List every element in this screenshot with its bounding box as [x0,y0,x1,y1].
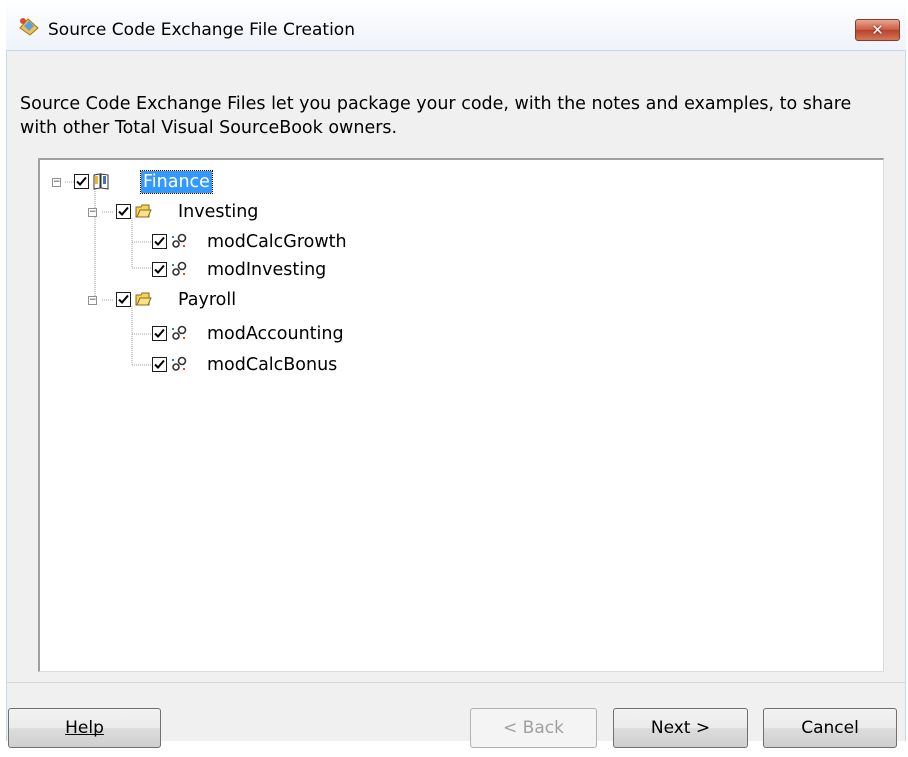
tree-node-label[interactable]: Payroll [176,289,238,311]
close-icon: ✕ [871,21,884,39]
footer-separator [6,682,906,683]
module-icon [172,325,187,340]
tree-view[interactable]: − Finance − Investing modCalcGrowth modI… [38,158,884,672]
next-button[interactable]: Next > [613,708,748,748]
close-button[interactable]: ✕ [855,19,900,41]
module-icon [172,261,187,276]
modinvesting-checkbox[interactable] [152,262,167,277]
folder-icon [135,292,152,306]
tree-node-label[interactable]: modAccounting [205,323,346,345]
tree-node-label[interactable]: Finance [140,170,213,194]
tree-node-investing[interactable]: − Investing [40,200,340,224]
modcalcgrowth-checkbox[interactable] [152,234,167,249]
back-button[interactable]: < Back [470,708,597,748]
cancel-button[interactable]: Cancel [763,708,897,748]
payroll-checkbox[interactable] [116,292,131,307]
tree-node-finance[interactable]: − Finance [40,170,340,194]
tree-node-modcalcgrowth[interactable]: modCalcGrowth [40,230,440,254]
app-icon [19,18,39,36]
tree-node-modinvesting[interactable]: modInvesting [40,258,440,282]
tree-node-label[interactable]: modCalcGrowth [205,231,349,253]
modcalcbonus-checkbox[interactable] [152,357,167,372]
modaccounting-checkbox[interactable] [152,326,167,341]
next-button-label: Next > [650,718,711,738]
folder-icon [135,204,152,218]
cancel-button-label: Cancel [801,718,859,738]
collapse-icon[interactable]: − [52,178,61,187]
collapse-icon[interactable]: − [88,208,97,217]
help-button[interactable]: Help [8,708,161,748]
window-title: Source Code Exchange File Creation [48,20,355,40]
collapse-icon[interactable]: − [88,296,97,305]
tree-node-label[interactable]: modInvesting [205,259,328,281]
back-button-label: < Back [503,718,564,738]
finance-checkbox[interactable] [74,174,89,189]
tree-node-modcalcbonus[interactable]: modCalcBonus [40,353,440,377]
description-text: Source Code Exchange Files let you packa… [20,94,852,138]
tree-node-label[interactable]: Investing [176,201,260,223]
tree-node-modaccounting[interactable]: modAccounting [40,322,440,346]
module-icon [172,233,187,248]
help-button-label: Help [65,718,104,738]
book-icon [93,173,109,190]
tree-node-payroll[interactable]: − Payroll [40,288,340,312]
tree-node-label[interactable]: modCalcBonus [205,354,339,376]
module-icon [172,356,187,371]
investing-checkbox[interactable] [116,204,131,219]
title-bar[interactable]: Source Code Exchange File Creation ✕ [6,2,906,51]
